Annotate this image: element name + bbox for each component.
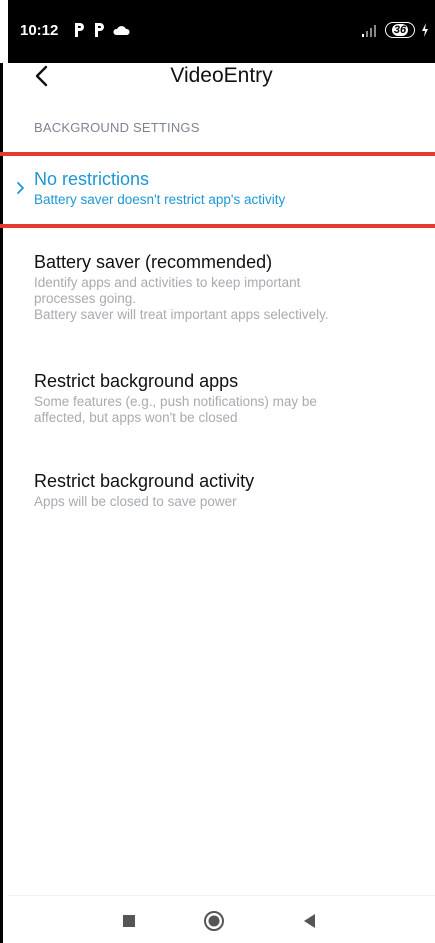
battery-icon: 36 [385,22,415,38]
back-triangle-icon[interactable] [302,913,316,929]
cloud-icon [113,26,130,35]
description-line: affected, but apps won't be closed [34,410,238,425]
option-title: Restrict background apps [34,371,239,391]
option-description: Apps will be closed to save power [34,494,237,509]
highlight-border-top [0,152,435,156]
highlight-border-bottom [0,224,435,228]
status-bar: 10:12 36 [8,0,435,63]
notification-icons [72,21,130,39]
option-title: Battery saver (recommended) [34,252,273,272]
p-notification-icon [75,23,84,37]
option-title: Restrict background activity [34,471,255,491]
description-line: processes going. [34,291,137,306]
option-restrict-background-activity[interactable]: Restrict background activity Apps will b… [34,470,414,510]
charging-icon [422,23,428,37]
signal-icon [362,25,376,37]
section-header: BACKGROUND SETTINGS [34,120,200,135]
battery-level: 36 [391,24,409,36]
status-time: 10:12 [20,22,59,39]
option-description: Identify apps and activities to keep imp… [34,275,414,323]
description-line: Identify apps and activities to keep imp… [34,275,301,290]
option-description: Some features (e.g., push notifications)… [34,394,414,426]
recents-square-icon[interactable] [122,914,136,928]
option-no-restrictions[interactable]: No restrictions Battery saver doesn't re… [34,168,414,208]
app-bar: VideoEntry [8,63,435,115]
description-line: Some features (e.g., push notifications)… [34,394,317,409]
page-title: VideoEntry [170,64,273,87]
p-notification-icon [95,23,104,37]
option-title: No restrictions [34,169,150,189]
chevron-right-icon [17,182,24,194]
option-description: Battery saver doesn't restrict app's act… [34,192,286,207]
home-circle-icon[interactable] [203,910,225,932]
option-restrict-background-apps[interactable]: Restrict background apps Some features (… [34,370,414,426]
navigation-bar [8,895,435,943]
description-line: Battery saver will treat important apps … [34,307,329,322]
option-battery-saver[interactable]: Battery saver (recommended) Identify app… [34,251,414,323]
window-edge [0,63,3,943]
system-icons: 36 [361,21,429,39]
